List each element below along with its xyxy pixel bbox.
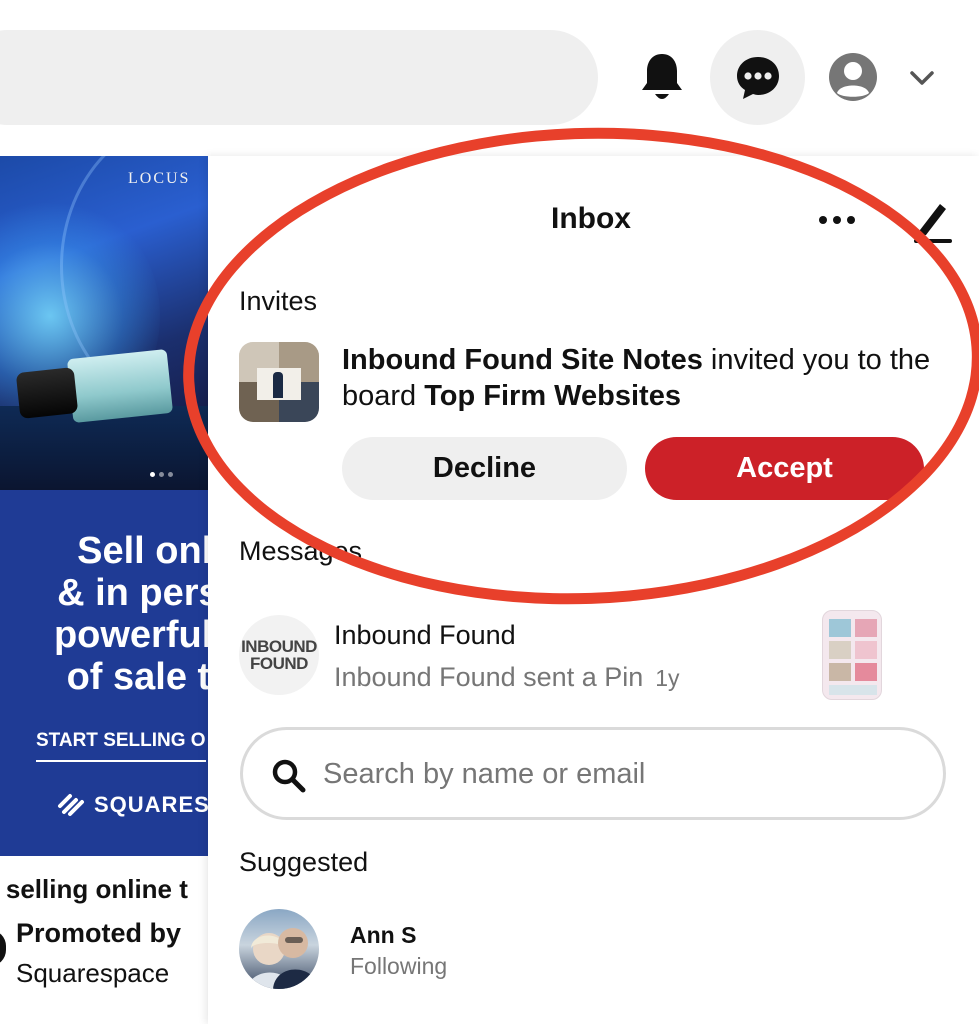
search-icon [271, 758, 307, 794]
suggested-user-avatar[interactable] [239, 909, 319, 989]
user-avatar-icon [829, 53, 877, 101]
board-invite-thumbnail[interactable] [239, 342, 319, 422]
more-dots-icon [819, 216, 827, 224]
promoted-by-label: Promoted by [16, 918, 182, 948]
carousel-dots [150, 472, 173, 477]
people-search-field[interactable] [240, 727, 946, 820]
advertiser-name[interactable]: Squarespace [16, 958, 169, 989]
conversation-pin-thumbnail[interactable] [822, 610, 882, 700]
profile-button[interactable] [824, 48, 882, 106]
inbox-title: Inbox [551, 202, 631, 235]
ad-image: LOCUS [0, 156, 208, 490]
invite-sender[interactable]: Inbound Found Site Notes [342, 344, 703, 376]
avatar-text-line2: FOUND [250, 654, 308, 673]
notifications-button[interactable] [630, 45, 694, 109]
suggested-user-name[interactable]: Ann S [350, 922, 416, 949]
ad-logo-text: SQUARES [94, 792, 208, 817]
squarespace-logo-icon [58, 794, 84, 816]
invite-board-name[interactable]: Top Firm Websites [424, 380, 681, 412]
accept-button[interactable]: Accept [645, 437, 924, 500]
messages-heading: Messages [239, 536, 363, 566]
ad-cta-link[interactable]: START SELLING O [36, 730, 206, 762]
speech-bubble-dots-icon [736, 56, 779, 99]
conversation-time: 1y [655, 665, 680, 691]
ad-headline: Sell onli & in perso powerful p of sale … [53, 530, 208, 698]
messages-button[interactable] [710, 30, 805, 125]
suggested-heading: Suggested [239, 847, 369, 877]
chevron-down-icon [910, 71, 934, 85]
decline-button[interactable]: Decline [342, 437, 627, 500]
ad-title[interactable]: t selling online t [0, 874, 208, 905]
search-input[interactable] [323, 744, 923, 804]
invite-message: Inbound Found Site Notes invited you to … [342, 342, 962, 414]
inbox-more-button[interactable] [812, 205, 862, 235]
account-menu-button[interactable] [900, 58, 944, 98]
ad-banner: Sell onli & in perso powerful p of sale … [0, 490, 208, 856]
conversation-avatar[interactable]: INBOUND FOUND [239, 615, 319, 695]
pencil-icon [914, 204, 952, 243]
avatar-photo [247, 928, 319, 989]
bell-icon [642, 54, 682, 99]
ad-advertiser-logo: SQUARES [56, 792, 208, 818]
invites-heading: Invites [239, 286, 318, 316]
promoted-by: Promoted by Squarespace [0, 918, 208, 998]
advertiser-avatar [0, 930, 6, 966]
global-search-bar[interactable] [0, 30, 598, 125]
inbox-panel [208, 156, 979, 1024]
ad-brand-logo: LOCUS [128, 170, 191, 187]
conversation-name[interactable]: Inbound Found [334, 620, 516, 651]
compose-button[interactable] [906, 196, 956, 246]
avatar-text-line1: INBOUND [241, 637, 317, 656]
conversation-preview-text: Inbound Found sent a Pin [334, 662, 644, 692]
suggested-user-status: Following [350, 953, 448, 979]
conversation-preview[interactable]: Inbound Found sent a Pin 1y [334, 662, 680, 693]
promoted-pin[interactable]: LOCUS Sell onli & in perso powerful p of… [0, 156, 208, 856]
